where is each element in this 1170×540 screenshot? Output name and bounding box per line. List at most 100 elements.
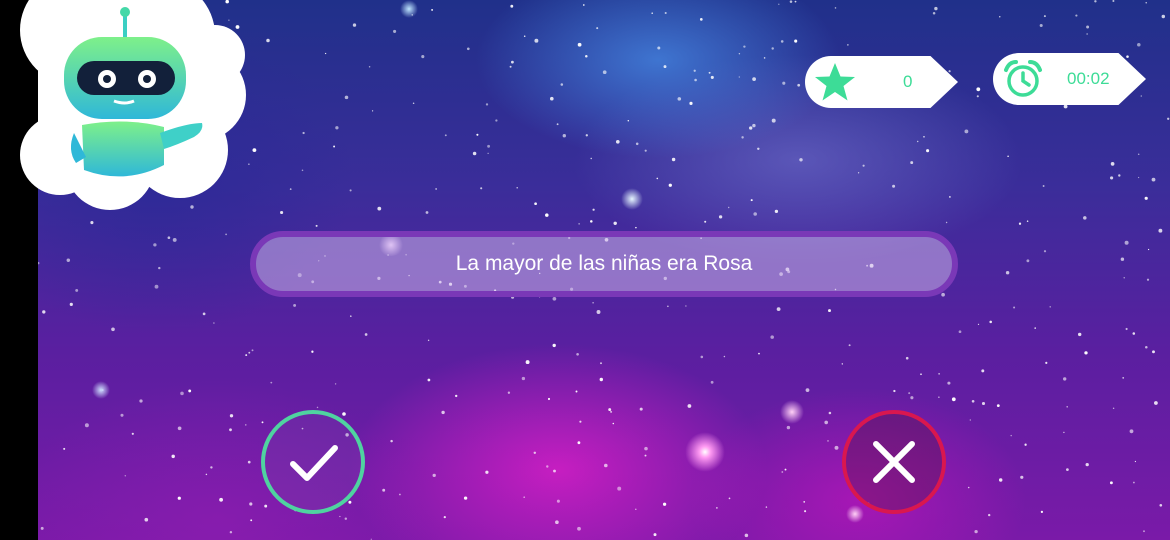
star-dot [1043,250,1047,253]
star-dot [1140,95,1143,97]
star-dot [545,213,549,217]
star-dot [753,212,757,216]
star-dot [757,147,760,151]
star-dot [487,144,491,148]
star-dot [1005,270,1010,275]
false-answer-button[interactable] [842,410,946,514]
star-dot [967,486,970,489]
star-dot [910,396,914,400]
true-answer-button[interactable] [261,410,365,514]
star-dot [1123,277,1125,279]
star-dot [949,196,951,198]
star-dot [969,419,971,421]
star-dot [610,410,613,413]
star-dot [971,399,975,403]
star-dot [738,52,741,55]
star-dot [1063,431,1065,434]
star-dot [744,533,749,538]
star-dot [552,296,557,301]
star-dot [780,40,784,43]
star-dot [926,149,930,153]
star-dot [653,533,657,537]
star-dot [750,199,753,202]
star-dot [848,344,851,347]
star-dot [834,7,837,9]
star-dot [556,123,559,126]
star-dot [964,129,969,134]
star-dot [976,95,979,98]
star-dot [1063,104,1068,109]
star-dot [651,12,654,15]
star-dot [1129,429,1134,434]
star-dot [90,221,94,225]
star-dot [124,475,127,477]
timer-value: 00:02 [1067,69,1110,88]
star-dot [803,501,806,503]
star-dot [644,149,647,152]
star-dot [834,445,839,450]
star-dot [582,4,585,6]
star-dot [752,77,756,81]
star-dot [177,496,181,500]
glow-star [685,432,725,472]
star-dot [1109,481,1113,485]
star-dot [534,202,537,206]
star-dot [1020,475,1024,479]
star-dot [644,454,647,457]
star-dot [1085,462,1089,467]
star-dot [786,425,791,430]
star-dot [1083,216,1087,220]
star-dot [63,447,66,450]
star-dot [1134,460,1136,463]
star-dot [1124,240,1129,245]
star-dot [382,488,386,492]
star-dot [1122,377,1125,379]
star-dot [576,352,579,356]
star-dot [1040,510,1044,514]
star-dot [324,52,327,55]
star-dot [1137,43,1141,47]
star-dot [981,401,986,406]
star-dot [1145,2,1147,4]
glow-star [92,381,110,399]
star-dot [945,221,948,224]
star-dot [656,177,659,180]
star-dot [948,70,951,73]
star-dot [908,392,911,395]
star-dot [662,502,667,506]
star-dot [771,47,774,50]
star-dot [771,118,776,123]
star-dot [981,369,985,373]
star-dot [923,136,925,138]
star-dot [131,432,134,435]
star-dot [862,164,865,167]
star-dot [1167,117,1170,120]
star-dot [774,209,779,214]
star-dot [1110,176,1114,180]
star-dot [657,46,661,50]
star-dot [999,16,1001,18]
star-dot [770,335,774,339]
star-dot [40,526,44,530]
star-dot [432,473,436,478]
star-dot [579,420,582,423]
star-dot [667,305,669,308]
star-dot [585,134,588,137]
star-dot [213,322,215,324]
star-dot [399,493,401,496]
star-dot [916,140,919,143]
star-dot [781,471,784,473]
star-dot [301,169,304,172]
star-dot [718,215,723,219]
star-dot [805,388,810,392]
star-dot [466,47,470,51]
star-dot [219,497,224,502]
star-dot [463,496,468,500]
star-dot [749,126,753,130]
star-dot [668,183,672,187]
star-dot [758,352,760,355]
star-dot [1137,153,1140,155]
star-dot [585,54,588,58]
star-dot [441,410,445,415]
star-dot [1132,332,1136,335]
